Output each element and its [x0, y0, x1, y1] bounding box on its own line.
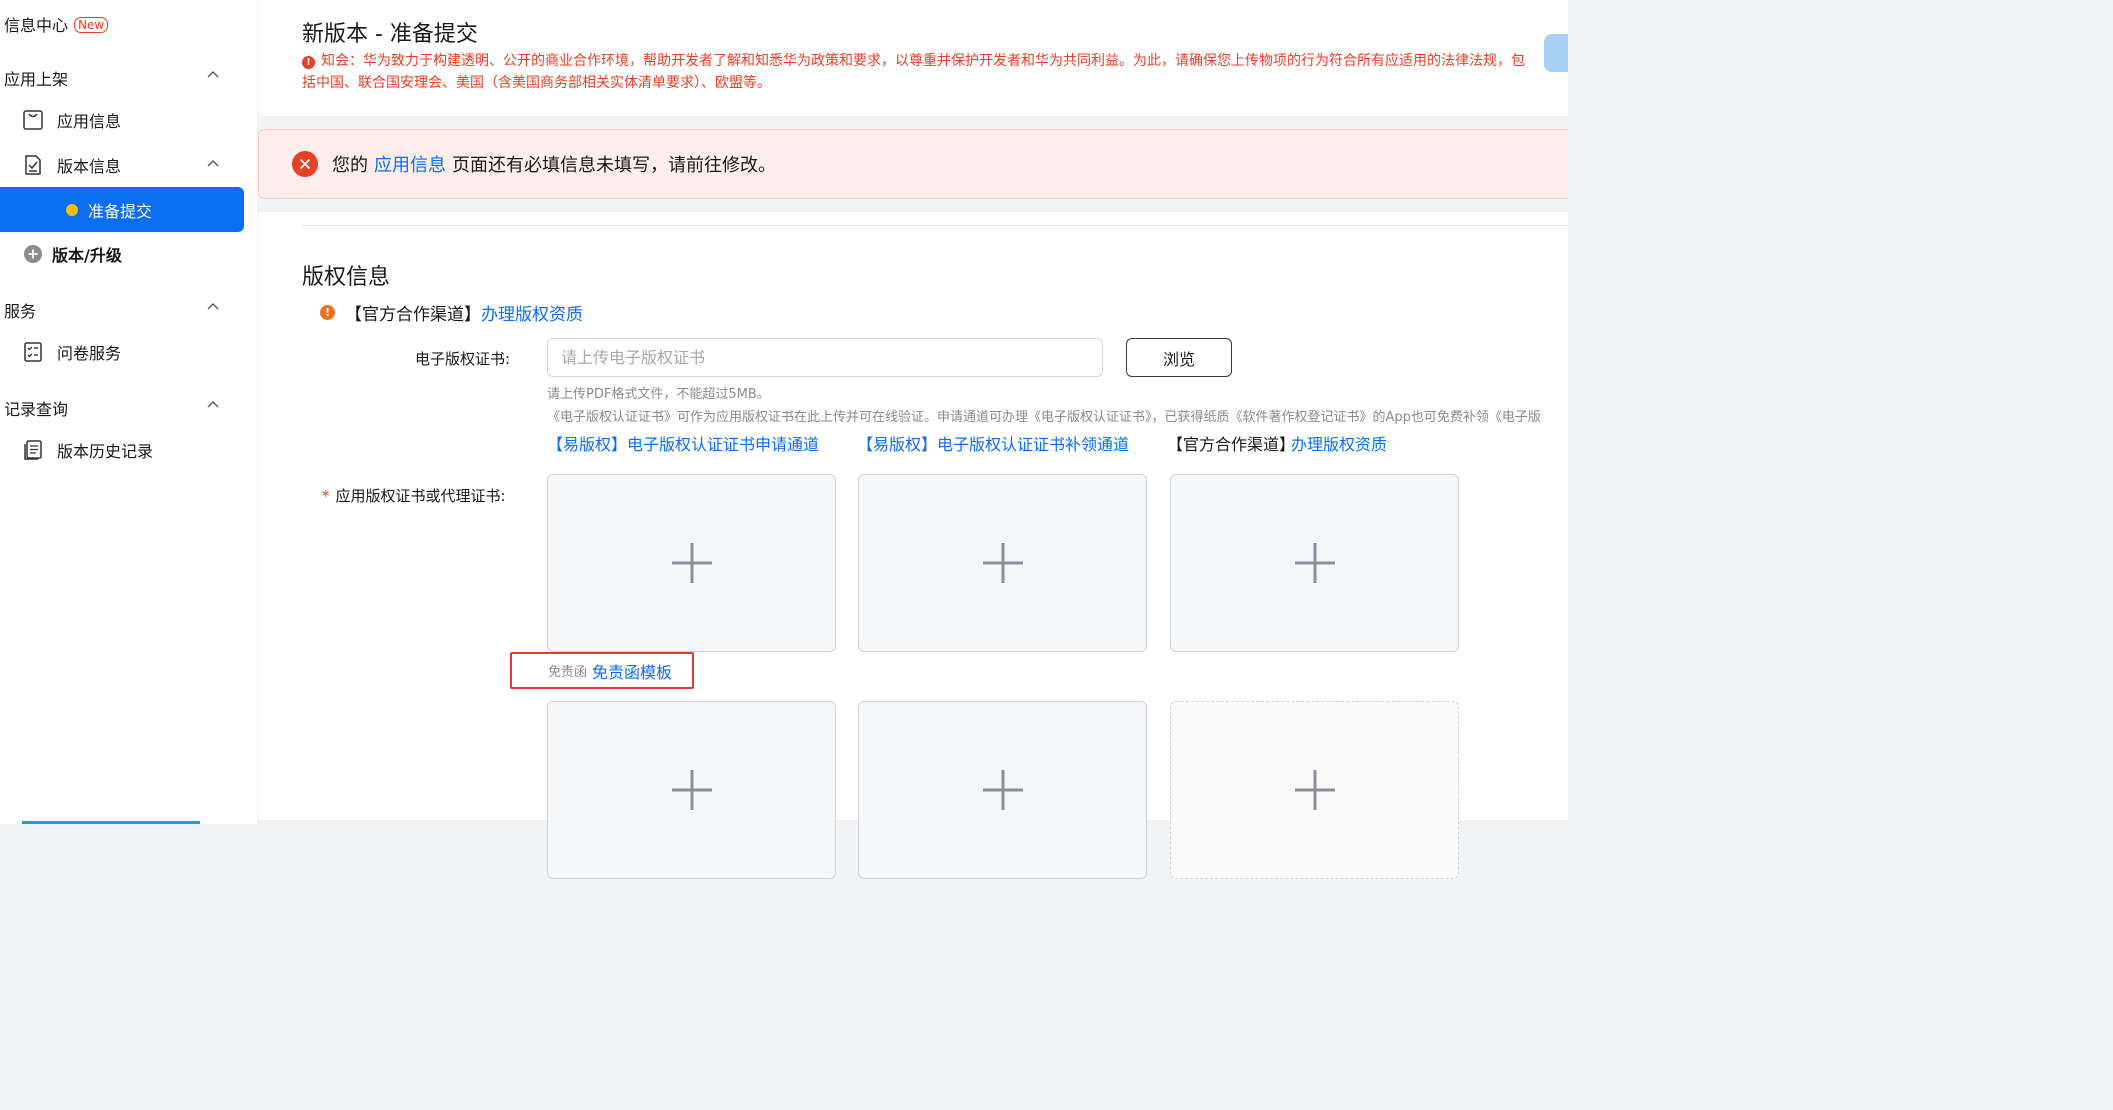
- sidebar-item-prepare-submit[interactable]: 准备提交: [0, 187, 244, 232]
- sidebar-group-app-release[interactable]: 应用上架: [4, 66, 68, 90]
- error-suffix: 页面还有必填信息未填写，请前往修改。: [452, 155, 776, 176]
- disclaimer-template-link[interactable]: 免责函模板: [592, 659, 672, 683]
- header-action-button[interactable]: [1544, 34, 1568, 72]
- chevron-up-icon[interactable]: [206, 157, 222, 173]
- plus-icon: [982, 770, 1023, 810]
- plus-icon: [671, 770, 712, 810]
- app-info-icon: [22, 109, 44, 131]
- chevron-up-icon[interactable]: [206, 68, 222, 84]
- disclaimer-small-label: 免责函: [548, 665, 588, 680]
- format-hint: 请上传PDF格式文件，不能超过5MB。: [547, 387, 770, 402]
- ecert-input[interactable]: [547, 338, 1103, 377]
- error-prefix: 您的: [332, 155, 368, 176]
- chevron-up-icon[interactable]: [206, 398, 222, 414]
- ecert-description: 《电子版权认证证书》可作为应用版权证书在此上传并可在线验证。申请通道可办理《电子…: [547, 410, 1541, 425]
- official-channel-bracket-label: 【官方合作渠道】: [1167, 435, 1296, 454]
- ecert-reissue-link[interactable]: 【易版权】电子版权认证证书补领通道: [857, 431, 1129, 455]
- compliance-notice: ! 知会：华为致力于构建透明、公开的商业合作环境，帮助开发者了解和知悉华为政策和要…: [302, 50, 1527, 94]
- sidebar-item-info-center[interactable]: 信息中心 New: [4, 12, 109, 36]
- upload-tile[interactable]: [1170, 474, 1459, 652]
- version-upgrade-label: 版本/升级: [52, 246, 122, 265]
- cert-label: * 应用版权证书或代理证书:: [322, 485, 506, 506]
- sidebar-item-survey-service[interactable]: 问卷服务: [22, 340, 121, 364]
- plus-icon: [671, 543, 712, 583]
- plus-icon: [1294, 770, 1335, 810]
- sidebar-group-service[interactable]: 服务: [4, 298, 36, 322]
- sidebar-item-version-history[interactable]: 版本历史记录: [22, 438, 153, 462]
- exclamation-icon: !: [302, 56, 315, 69]
- sidebar-item-version-info[interactable]: 版本信息: [22, 153, 121, 177]
- official-channel-label: 【官方合作渠道】: [345, 305, 481, 325]
- official-qualification-link[interactable]: 办理版权资质: [1291, 431, 1387, 455]
- official-channel-row: ! 【官方合作渠道】 办理版权资质: [320, 300, 583, 325]
- status-dot-icon: [66, 203, 78, 216]
- browse-button[interactable]: 浏览: [1126, 338, 1232, 377]
- version-info-icon: [22, 154, 44, 176]
- error-message: 您的 应用信息 页面还有必填信息未填写，请前往修改。: [332, 151, 776, 177]
- scroll-indicator: [22, 821, 200, 824]
- new-badge: New: [74, 17, 109, 33]
- upload-tile[interactable]: [547, 474, 836, 652]
- history-document-icon: [22, 439, 44, 461]
- warning-icon: !: [320, 305, 335, 320]
- cert-label-text: 应用版权证书或代理证书:: [335, 487, 506, 505]
- notice-text: 知会：华为致力于构建透明、公开的商业合作环境，帮助开发者了解和知悉华为政策和要求…: [302, 53, 1525, 91]
- prepare-submit-label: 准备提交: [88, 201, 153, 221]
- group-label: 服务: [4, 302, 37, 321]
- sidebar-item-version-upgrade[interactable]: 版本/升级: [22, 242, 122, 266]
- sidebar-group-records[interactable]: 记录查询: [4, 396, 68, 420]
- app-info-link[interactable]: 应用信息: [374, 155, 446, 176]
- section-title-copyright: 版权信息: [302, 265, 391, 290]
- upload-tile-empty[interactable]: [1170, 701, 1459, 879]
- info-center-label: 信息中心: [4, 16, 69, 35]
- chevron-up-icon[interactable]: [206, 300, 222, 316]
- error-banner: 您的 应用信息 页面还有必填信息未填写，请前往修改。: [258, 129, 1568, 199]
- plus-circle-icon: [22, 243, 44, 265]
- error-close-icon: [292, 151, 318, 177]
- survey-service-label: 问卷服务: [57, 344, 122, 363]
- header-panel: 新版本 - 准备提交 ! 知会：华为致力于构建透明、公开的商业合作环境，帮助开发者…: [258, 0, 1568, 116]
- sidebar: 信息中心 New 应用上架 应用信息 版本信息 准备提交 版本/升级 服务 问卷…: [0, 0, 257, 824]
- ecert-label: 电子版权证书:: [415, 350, 511, 368]
- version-info-label: 版本信息: [57, 157, 122, 176]
- upload-tile[interactable]: [547, 701, 836, 879]
- sidebar-item-app-info[interactable]: 应用信息: [22, 108, 121, 132]
- disclaimer-template-box: 免责函 免责函模板: [510, 652, 694, 689]
- official-channel-link[interactable]: 办理版权资质: [481, 300, 583, 325]
- upload-tile[interactable]: [858, 474, 1147, 652]
- plus-icon: [1294, 543, 1335, 583]
- group-label: 记录查询: [4, 400, 69, 419]
- app-info-label: 应用信息: [57, 112, 122, 131]
- plus-icon: [982, 543, 1023, 583]
- version-history-label: 版本历史记录: [57, 442, 154, 461]
- page-title: 新版本 - 准备提交: [302, 22, 478, 47]
- main-content: 版权信息 ! 【官方合作渠道】办理版权资质 电子版权证书: 浏览 请上传PDF格…: [258, 212, 1568, 879]
- required-mark: *: [322, 487, 330, 505]
- group-label: 应用上架: [4, 70, 69, 89]
- survey-icon: [22, 341, 44, 363]
- divider: [302, 225, 1568, 226]
- ecert-apply-link[interactable]: 【易版权】电子版权认证证书申请通道: [547, 431, 819, 455]
- upload-tile[interactable]: [858, 701, 1147, 879]
